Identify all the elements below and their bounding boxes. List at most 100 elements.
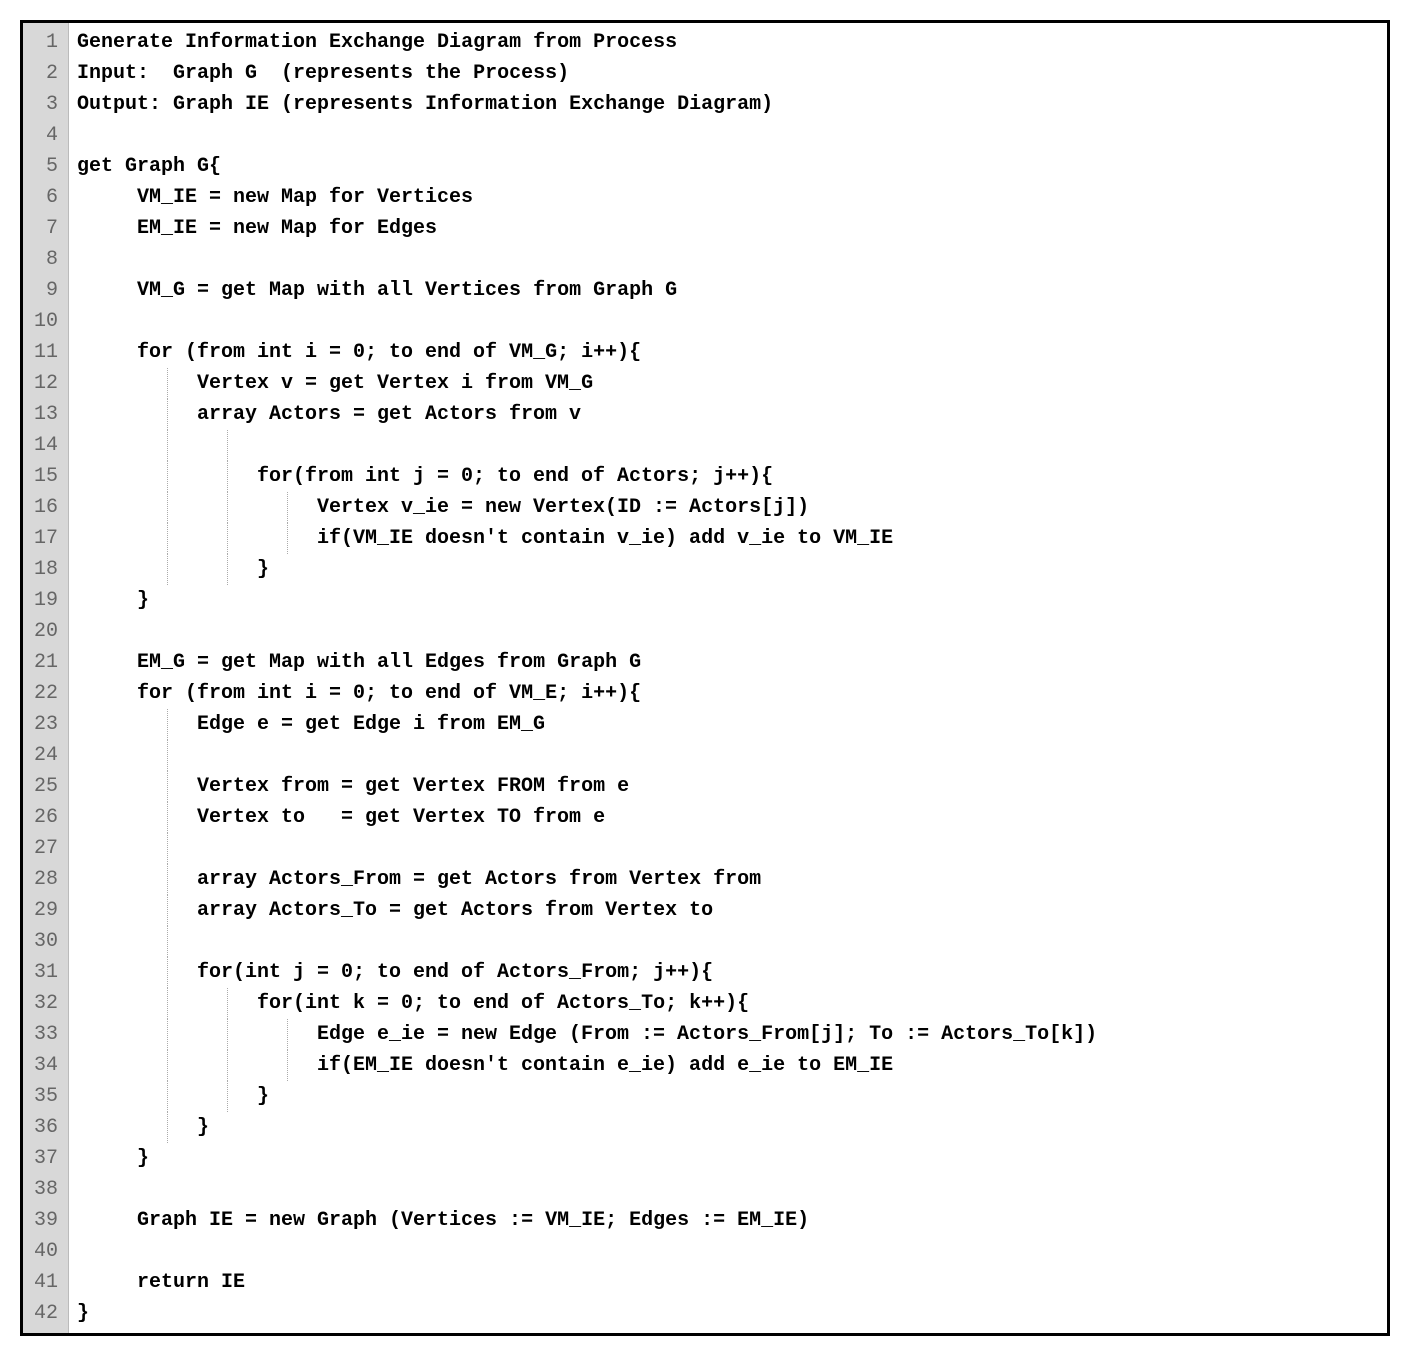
line-number: 29	[29, 895, 58, 926]
code-line: Edge e_ie = new Edge (From := Actors_Fro…	[77, 1019, 1379, 1050]
indent-guide	[167, 1081, 168, 1112]
line-number: 16	[29, 492, 58, 523]
line-number: 24	[29, 740, 58, 771]
code-text: array Actors = get Actors from v	[77, 403, 581, 426]
code-text	[77, 248, 137, 271]
line-number: 18	[29, 554, 58, 585]
indent-guide	[227, 523, 228, 554]
line-number: 14	[29, 430, 58, 461]
indent-guide	[227, 430, 228, 461]
code-text: }	[77, 1085, 269, 1108]
code-text	[77, 310, 137, 333]
code-line: VM_G = get Map with all Vertices from Gr…	[77, 275, 1379, 306]
code-line: EM_G = get Map with all Edges from Graph…	[77, 647, 1379, 678]
code-line	[77, 120, 1379, 151]
indent-guide	[167, 461, 168, 492]
code-text: Generate Information Exchange Diagram fr…	[77, 31, 677, 54]
line-number: 20	[29, 616, 58, 647]
code-text: for(int j = 0; to end of Actors_From; j+…	[77, 961, 713, 984]
code-line: Edge e = get Edge i from EM_G	[77, 709, 1379, 740]
line-number: 7	[29, 213, 58, 244]
code-text: EM_G = get Map with all Edges from Graph…	[77, 651, 641, 674]
line-number: 31	[29, 957, 58, 988]
code-line	[77, 244, 1379, 275]
line-number: 27	[29, 833, 58, 864]
line-number: 42	[29, 1298, 58, 1329]
line-number: 19	[29, 585, 58, 616]
indent-guide	[227, 492, 228, 523]
code-text: for(from int j = 0; to end of Actors; j+…	[77, 465, 773, 488]
code-line: }	[77, 585, 1379, 616]
code-line: get Graph G{	[77, 151, 1379, 182]
line-number: 32	[29, 988, 58, 1019]
code-line: Vertex v = get Vertex i from VM_G	[77, 368, 1379, 399]
indent-guide	[287, 523, 288, 554]
line-number: 41	[29, 1267, 58, 1298]
code-text: }	[77, 589, 149, 612]
code-line: }	[77, 1298, 1379, 1329]
code-line: for(from int j = 0; to end of Actors; j+…	[77, 461, 1379, 492]
line-number: 34	[29, 1050, 58, 1081]
line-number: 6	[29, 182, 58, 213]
indent-guide	[167, 368, 168, 399]
code-text: for(int k = 0; to end of Actors_To; k++)…	[77, 992, 749, 1015]
indent-guide	[227, 554, 228, 585]
code-text: Vertex v = get Vertex i from VM_G	[77, 372, 593, 395]
indent-guide	[227, 1050, 228, 1081]
indent-guide	[167, 709, 168, 740]
line-number: 40	[29, 1236, 58, 1267]
code-line: }	[77, 1081, 1379, 1112]
code-text: Graph IE = new Graph (Vertices := VM_IE;…	[77, 1209, 809, 1232]
code-line: for(int k = 0; to end of Actors_To; k++)…	[77, 988, 1379, 1019]
line-number: 38	[29, 1174, 58, 1205]
line-number: 30	[29, 926, 58, 957]
indent-guide	[227, 461, 228, 492]
code-line: }	[77, 1143, 1379, 1174]
code-text: }	[77, 1116, 209, 1139]
code-text	[77, 434, 197, 457]
line-number: 36	[29, 1112, 58, 1143]
line-number: 22	[29, 678, 58, 709]
code-text: if(VM_IE doesn't contain v_ie) add v_ie …	[77, 527, 893, 550]
line-number: 37	[29, 1143, 58, 1174]
code-text	[77, 1178, 137, 1201]
line-number: 25	[29, 771, 58, 802]
line-number: 35	[29, 1081, 58, 1112]
line-number: 17	[29, 523, 58, 554]
code-line	[77, 740, 1379, 771]
code-line: return IE	[77, 1267, 1379, 1298]
code-line: for (from int i = 0; to end of VM_G; i++…	[77, 337, 1379, 368]
code-text: return IE	[77, 1271, 245, 1294]
indent-guide	[287, 1019, 288, 1050]
indent-guide	[167, 523, 168, 554]
code-text	[77, 837, 197, 860]
code-line: }	[77, 554, 1379, 585]
indent-guide	[227, 988, 228, 1019]
code-line: Input: Graph G (represents the Process)	[77, 58, 1379, 89]
line-number: 33	[29, 1019, 58, 1050]
indent-guide	[227, 1081, 228, 1112]
code-text: if(EM_IE doesn't contain e_ie) add e_ie …	[77, 1054, 893, 1077]
code-line: array Actors_From = get Actors from Vert…	[77, 864, 1379, 895]
code-line: VM_IE = new Map for Vertices	[77, 182, 1379, 213]
code-text: Vertex from = get Vertex FROM from e	[77, 775, 629, 798]
line-number: 15	[29, 461, 58, 492]
code-text: for (from int i = 0; to end of VM_G; i++…	[77, 341, 641, 364]
code-text: Vertex v_ie = new Vertex(ID := Actors[j]…	[77, 496, 809, 519]
code-line	[77, 306, 1379, 337]
code-line: Vertex from = get Vertex FROM from e	[77, 771, 1379, 802]
code-text: Edge e = get Edge i from EM_G	[77, 713, 545, 736]
line-number: 28	[29, 864, 58, 895]
indent-guide	[167, 492, 168, 523]
code-text	[77, 1240, 137, 1263]
code-text: VM_G = get Map with all Vertices from Gr…	[77, 279, 677, 302]
indent-guide	[167, 1112, 168, 1143]
indent-guide	[167, 802, 168, 833]
indent-guide	[167, 771, 168, 802]
code-line	[77, 1174, 1379, 1205]
code-text: VM_IE = new Map for Vertices	[77, 186, 473, 209]
indent-guide	[167, 1019, 168, 1050]
code-line	[77, 833, 1379, 864]
code-line: Graph IE = new Graph (Vertices := VM_IE;…	[77, 1205, 1379, 1236]
indent-guide	[167, 740, 168, 771]
